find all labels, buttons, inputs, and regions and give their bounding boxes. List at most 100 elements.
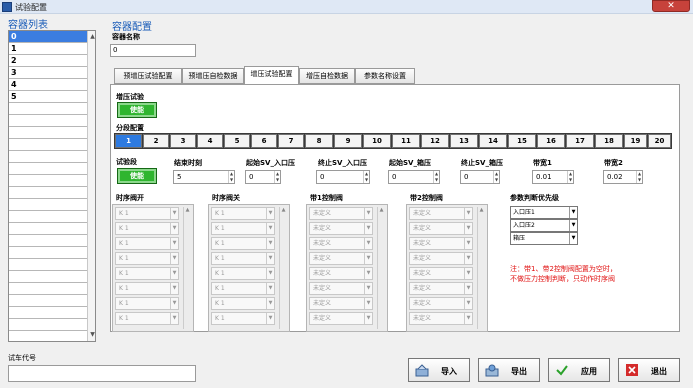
tab-pre-boost-selfcheck[interactable]: 预增压自检数据 <box>182 68 244 84</box>
container-name-input[interactable]: 0 <box>110 44 196 57</box>
segment-button[interactable]: 15 <box>508 134 536 148</box>
list-item-empty[interactable] <box>9 187 87 199</box>
scroll-up-icon[interactable]: ▲ <box>88 33 95 40</box>
list-item[interactable]: 5 <box>9 91 87 103</box>
list-item-empty[interactable] <box>9 235 87 247</box>
list-item[interactable]: 4 <box>9 79 87 91</box>
valve-select[interactable]: 未定义 ▼ <box>409 237 473 250</box>
valve-select[interactable]: 未定义 ▼ <box>409 312 473 325</box>
start-sv-inlet-input[interactable]: 0 ▲ ▼ <box>245 170 281 184</box>
segment-enable-button[interactable]: 使能 <box>117 168 157 184</box>
segment-button[interactable]: 2 <box>143 134 169 148</box>
segment-button[interactable]: 19 <box>624 134 647 148</box>
valve-select[interactable]: 未定义 ▼ <box>309 297 373 310</box>
bandwidth2-input[interactable]: 0.02 ▲ ▼ <box>603 170 643 184</box>
tab-boost-config[interactable]: 增压试验配置 <box>244 66 299 84</box>
valve-select[interactable]: 未定义 ▼ <box>409 297 473 310</box>
list-scrollbar[interactable]: ▲ <box>183 207 191 329</box>
tab-param-names[interactable]: 参数名称设置 <box>355 68 415 84</box>
valve-select[interactable]: K 1 ▼ <box>211 222 275 235</box>
list-item-empty[interactable] <box>9 163 87 175</box>
valve-select[interactable]: K 1 ▼ <box>115 252 179 265</box>
segment-button[interactable]: 6 <box>251 134 277 148</box>
list-item-empty[interactable] <box>9 211 87 223</box>
list-item-empty[interactable] <box>9 295 87 307</box>
valve-select[interactable]: K 1 ▼ <box>211 282 275 295</box>
bandwidth1-input[interactable]: 0.01 ▲ ▼ <box>532 170 574 184</box>
export-button[interactable]: 导出 <box>478 358 540 382</box>
valve-select[interactable]: K 1 ▼ <box>211 207 275 220</box>
valve-select[interactable]: K 1 ▼ <box>211 237 275 250</box>
list-item[interactable]: 2 <box>9 55 87 67</box>
segment-button[interactable]: 7 <box>278 134 304 148</box>
list-item-empty[interactable] <box>9 115 87 127</box>
list-item-empty[interactable] <box>9 139 87 151</box>
list-item-empty[interactable] <box>9 223 87 235</box>
segment-button[interactable]: 4 <box>197 134 223 148</box>
valve-select[interactable]: K 1 ▼ <box>115 297 179 310</box>
segment-button[interactable]: 3 <box>170 134 196 148</box>
list-item-empty[interactable] <box>9 259 87 271</box>
segment-button[interactable]: 8 <box>305 134 333 148</box>
priority-select[interactable]: 箱压 ▼ <box>510 232 578 245</box>
valve-select[interactable]: K 1 ▼ <box>115 312 179 325</box>
list-scrollbar[interactable]: ▲ <box>279 207 287 329</box>
valve-select[interactable]: 未定义 ▼ <box>309 222 373 235</box>
valve-select[interactable]: 未定义 ▼ <box>309 237 373 250</box>
apply-button[interactable]: 应用 <box>548 358 610 382</box>
list-item[interactable]: 1 <box>9 43 87 55</box>
segment-button[interactable]: 1 <box>115 134 142 148</box>
segment-button[interactable]: 12 <box>421 134 449 148</box>
end-time-input[interactable]: 5 ▲ ▼ <box>173 170 235 184</box>
valve-select[interactable]: 未定义 ▼ <box>309 207 373 220</box>
segment-button[interactable]: 18 <box>595 134 623 148</box>
valve-select[interactable]: 未定义 ▼ <box>409 252 473 265</box>
scroll-down-icon[interactable]: ▼ <box>88 331 95 338</box>
valve-select[interactable]: 未定义 ▼ <box>309 267 373 280</box>
valve-select[interactable]: K 1 ▼ <box>115 222 179 235</box>
import-button[interactable]: 导入 <box>408 358 470 382</box>
close-button[interactable]: ✕ <box>652 0 690 12</box>
segment-button[interactable]: 13 <box>450 134 478 148</box>
segment-button[interactable]: 10 <box>363 134 391 148</box>
list-item-empty[interactable] <box>9 319 87 331</box>
segment-button[interactable]: 11 <box>392 134 420 148</box>
end-sv-inlet-input[interactable]: 0 ▲ ▼ <box>316 170 370 184</box>
list-scrollbar[interactable]: ▲ ▼ <box>87 31 95 341</box>
boost-enable-button[interactable]: 使能 <box>117 102 157 118</box>
valve-select[interactable]: 未定义 ▼ <box>409 207 473 220</box>
valve-select[interactable]: K 1 ▼ <box>115 267 179 280</box>
segment-button[interactable]: 5 <box>224 134 250 148</box>
list-item-empty[interactable] <box>9 271 87 283</box>
list-scrollbar[interactable]: ▲ <box>477 207 485 329</box>
valve-select[interactable]: K 1 ▼ <box>211 267 275 280</box>
valve-select[interactable]: 未定义 ▼ <box>409 222 473 235</box>
list-item-empty[interactable] <box>9 307 87 319</box>
valve-select[interactable]: K 1 ▼ <box>211 297 275 310</box>
valve-select[interactable]: 未定义 ▼ <box>409 282 473 295</box>
priority-select[interactable]: 入口压2 ▼ <box>510 219 578 232</box>
list-item[interactable]: 0 <box>9 31 87 43</box>
priority-select[interactable]: 入口压1 ▼ <box>510 206 578 219</box>
valve-select[interactable]: 未定义 ▼ <box>309 282 373 295</box>
segment-button[interactable]: 16 <box>537 134 565 148</box>
valve-select[interactable]: K 1 ▼ <box>115 282 179 295</box>
end-sv-tank-input[interactable]: 0 ▲ ▼ <box>460 170 500 184</box>
segment-button[interactable]: 17 <box>566 134 594 148</box>
exit-button[interactable]: 退出 <box>618 358 680 382</box>
valve-select[interactable]: 未定义 ▼ <box>309 252 373 265</box>
list-item-empty[interactable] <box>9 127 87 139</box>
list-item-empty[interactable] <box>9 247 87 259</box>
list-item-empty[interactable] <box>9 199 87 211</box>
tab-boost-selfcheck[interactable]: 增压自检数据 <box>299 68 355 84</box>
segment-button[interactable]: 9 <box>334 134 362 148</box>
list-item-empty[interactable] <box>9 283 87 295</box>
list-item-empty[interactable] <box>9 175 87 187</box>
valve-select[interactable]: 未定义 ▼ <box>409 267 473 280</box>
list-scrollbar[interactable]: ▲ <box>377 207 385 329</box>
valve-select[interactable]: K 1 ▼ <box>115 207 179 220</box>
list-item-empty[interactable] <box>9 151 87 163</box>
segment-button[interactable]: 14 <box>479 134 507 148</box>
test-code-input[interactable] <box>8 365 196 382</box>
container-listbox[interactable]: 0 1 2 3 4 5 ▲ ▼ <box>8 30 96 342</box>
